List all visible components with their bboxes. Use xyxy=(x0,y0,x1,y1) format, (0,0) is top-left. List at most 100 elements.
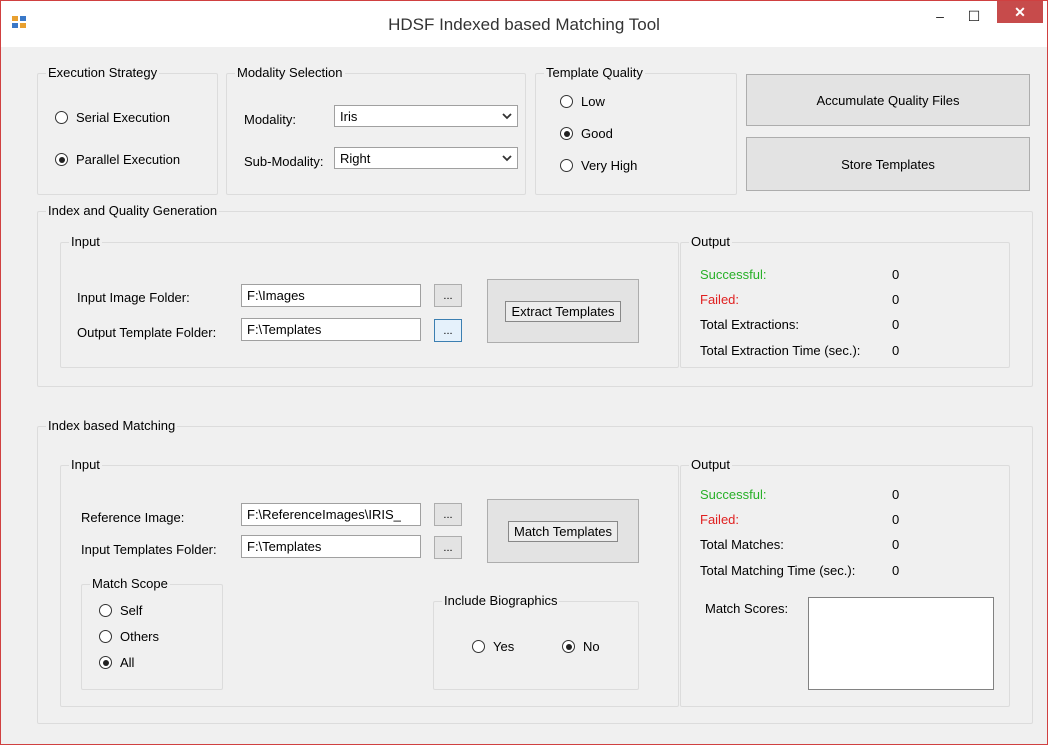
match-templates-label: Match Templates xyxy=(507,520,619,542)
index-quality-input-group: Input Input Image Folder: F:\Images ... … xyxy=(60,234,679,368)
reference-image-field[interactable]: F:\ReferenceImages\IRIS_ xyxy=(241,503,421,526)
radio-circle-icon xyxy=(55,111,68,124)
window-title: HDSF Indexed based Matching Tool xyxy=(388,15,660,34)
failed-label: Failed: xyxy=(700,512,740,527)
chevron-down-icon xyxy=(502,155,512,162)
browse-reference-image-button[interactable]: ... xyxy=(434,503,462,526)
radio-label: Good xyxy=(581,126,613,141)
browse-templates-folder-button[interactable]: ... xyxy=(434,536,462,559)
radio-label: Self xyxy=(120,603,143,618)
template-quality-group: Template Quality Low Good Very High xyxy=(535,65,737,195)
successful-label: Successful: xyxy=(700,487,767,502)
include-biographics-title: Include Biographics xyxy=(442,593,560,608)
radio-circle-icon xyxy=(99,604,112,617)
reference-image-label: Reference Image: xyxy=(81,510,185,525)
radio-checked-icon xyxy=(562,640,575,653)
index-matching-group: Index based Matching Input Reference Ima… xyxy=(37,418,1033,724)
chevron-down-icon xyxy=(502,113,512,120)
radio-circle-icon xyxy=(560,95,573,108)
maximize-button[interactable]: ☐ xyxy=(959,1,989,31)
failed-label: Failed: xyxy=(700,292,740,307)
input-image-folder-label: Input Image Folder: xyxy=(77,290,190,305)
modality-label: Modality: xyxy=(244,112,297,127)
accumulate-quality-files-button[interactable]: Accumulate Quality Files xyxy=(746,74,1030,126)
output-template-folder-field[interactable]: F:\Templates xyxy=(241,318,421,341)
input-templates-folder-label: Input Templates Folder: xyxy=(81,542,217,557)
index-matching-output-group: Output Successful: 0 Failed: 0 Total Mat… xyxy=(680,457,1010,707)
successful-label: Successful: xyxy=(700,267,767,282)
parallel-execution-radio[interactable]: Parallel Execution xyxy=(55,152,180,167)
radio-circle-icon xyxy=(560,159,573,172)
index-quality-group: Index and Quality Generation Input Input… xyxy=(37,203,1033,387)
match-scores-list[interactable] xyxy=(808,597,994,690)
browse-image-folder-button[interactable]: ... xyxy=(434,284,462,307)
index-matching-input-group: Input Reference Image: F:\ReferenceImage… xyxy=(60,457,679,707)
match-scope-title: Match Scope xyxy=(90,576,170,591)
minimize-button[interactable]: – xyxy=(925,1,955,31)
modality-selection-title: Modality Selection xyxy=(235,65,345,80)
modality-selection-group: Modality Selection Modality: Iris Sub-Mo… xyxy=(226,65,526,195)
biographics-no-radio[interactable]: No xyxy=(562,639,600,654)
radio-label: Serial Execution xyxy=(76,110,170,125)
radio-label: Very High xyxy=(581,158,638,173)
template-quality-title: Template Quality xyxy=(544,65,645,80)
quality-good-radio[interactable]: Good xyxy=(560,126,613,141)
extract-templates-button[interactable]: Extract Templates xyxy=(487,279,639,343)
input-title: Input xyxy=(69,457,102,472)
successful-value: 0 xyxy=(892,267,900,282)
match-templates-button[interactable]: Match Templates xyxy=(487,499,639,563)
radio-label: Others xyxy=(120,629,160,644)
modality-value: Iris xyxy=(340,109,358,124)
radio-label: Yes xyxy=(493,639,515,654)
total-matches-value: 0 xyxy=(892,537,900,552)
index-quality-output-group: Output Successful: 0 Failed: 0 Total Ext… xyxy=(680,234,1010,368)
input-title: Input xyxy=(69,234,102,249)
store-templates-button[interactable]: Store Templates xyxy=(746,137,1030,191)
radio-label: Parallel Execution xyxy=(76,152,181,167)
output-title: Output xyxy=(689,234,733,249)
total-extractions-value: 0 xyxy=(892,317,900,332)
failed-value: 0 xyxy=(892,292,900,307)
matching-time-value: 0 xyxy=(892,563,900,578)
input-image-folder-field[interactable]: F:\Images xyxy=(241,284,421,307)
radio-label: No xyxy=(583,639,600,654)
modality-select[interactable]: Iris xyxy=(334,105,518,127)
radio-label: All xyxy=(120,655,135,670)
radio-checked-icon xyxy=(560,127,573,140)
submodality-select[interactable]: Right xyxy=(334,147,518,169)
browse-template-folder-button[interactable]: ... xyxy=(434,319,462,342)
total-extractions-label: Total Extractions: xyxy=(700,317,799,332)
radio-checked-icon xyxy=(99,656,112,669)
radio-circle-icon xyxy=(99,630,112,643)
client-area: Execution Strategy Serial Execution Para… xyxy=(9,47,1039,737)
output-template-folder-label: Output Template Folder: xyxy=(77,325,217,340)
execution-strategy-title: Execution Strategy xyxy=(46,65,160,80)
title-bar[interactable]: HDSF Indexed based Matching Tool – ☐ ✕ xyxy=(1,1,1047,47)
app-window: HDSF Indexed based Matching Tool – ☐ ✕ E… xyxy=(0,0,1048,745)
extraction-time-value: 0 xyxy=(892,343,900,358)
input-templates-folder-field[interactable]: F:\Templates xyxy=(241,535,421,558)
scope-all-radio[interactable]: All xyxy=(99,655,134,670)
submodality-value: Right xyxy=(340,151,371,166)
successful-value: 0 xyxy=(892,487,900,502)
radio-checked-icon xyxy=(55,153,68,166)
index-quality-title: Index and Quality Generation xyxy=(46,203,220,218)
total-matches-label: Total Matches: xyxy=(700,537,784,552)
match-scores-label: Match Scores: xyxy=(705,601,789,616)
scope-self-radio[interactable]: Self xyxy=(99,603,142,618)
biographics-yes-radio[interactable]: Yes xyxy=(472,639,514,654)
radio-label: Low xyxy=(581,94,605,109)
quality-low-radio[interactable]: Low xyxy=(560,94,605,109)
index-matching-title: Index based Matching xyxy=(46,418,178,433)
extraction-time-label: Total Extraction Time (sec.): xyxy=(700,343,861,358)
extract-templates-label: Extract Templates xyxy=(505,300,621,322)
scope-others-radio[interactable]: Others xyxy=(99,629,159,644)
radio-circle-icon xyxy=(472,640,485,653)
quality-very-high-radio[interactable]: Very High xyxy=(560,158,637,173)
close-button[interactable]: ✕ xyxy=(997,1,1043,23)
output-title: Output xyxy=(689,457,733,472)
serial-execution-radio[interactable]: Serial Execution xyxy=(55,110,170,125)
include-biographics-group: Include Biographics Yes No xyxy=(433,593,639,690)
submodality-label: Sub-Modality: xyxy=(244,154,324,169)
execution-strategy-group: Execution Strategy Serial Execution Para… xyxy=(37,65,218,195)
